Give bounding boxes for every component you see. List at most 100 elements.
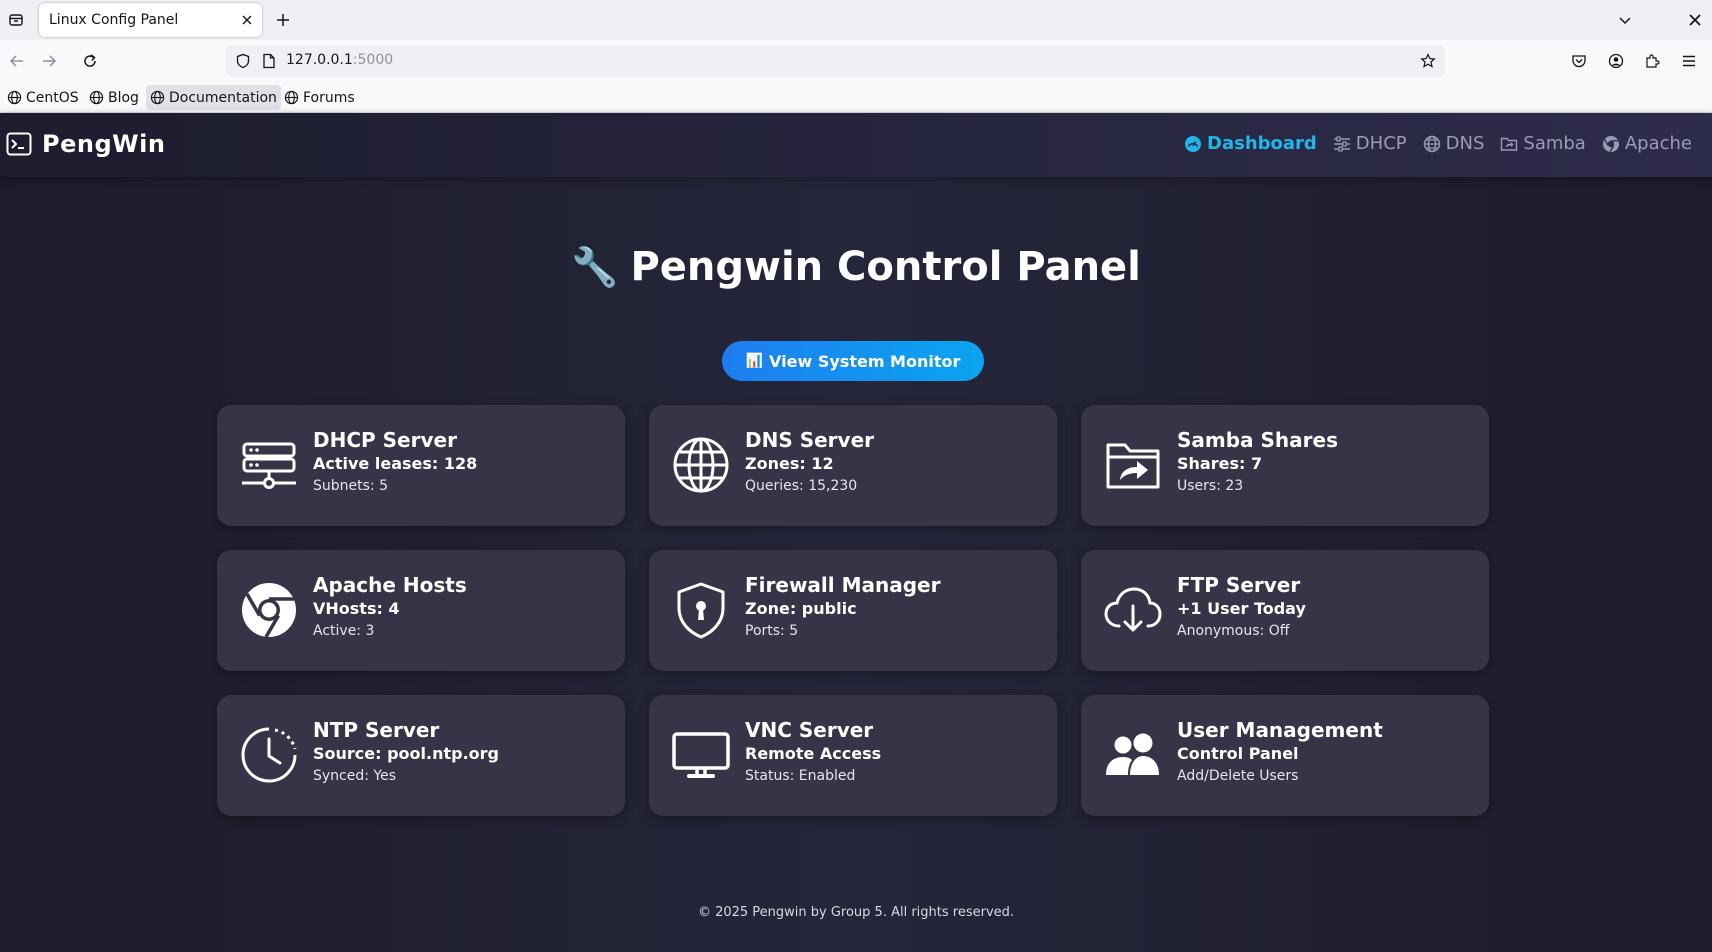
close-tab-icon[interactable] [238, 11, 256, 29]
card-stat-primary: +1 User Today [1177, 599, 1306, 618]
card-title: Firewall Manager [745, 573, 941, 597]
card-stat-secondary: Synced: Yes [313, 768, 397, 784]
card-stat-secondary: Ports: 5 [745, 623, 799, 639]
card-ftp-server[interactable]: FTP Server +1 User Today Anonymous: Off [1081, 550, 1489, 671]
monitor-button-label: View System Monitor [769, 351, 961, 371]
card-body: Apache Hosts VHosts: 4 Active: 3 [313, 572, 467, 642]
card-stat-primary: Zone: public [745, 599, 857, 618]
cloud-download-icon [1103, 580, 1163, 640]
shield-icon[interactable] [234, 52, 252, 70]
shield-lock-icon [671, 580, 731, 640]
nav-apache[interactable]: Apache [1602, 133, 1692, 154]
card-stat-primary: Active leases: 128 [313, 454, 478, 473]
bookmark-label: Blog [108, 89, 139, 106]
card-stat-primary: VHosts: 4 [313, 599, 400, 618]
nav-label: Samba [1523, 133, 1586, 154]
card-title: DHCP Server [313, 428, 457, 452]
window-close-icon[interactable] [1684, 9, 1706, 31]
bookmark-forums[interactable]: Forums [280, 85, 359, 110]
card-body: Firewall Manager Zone: public Ports: 5 [745, 572, 940, 642]
chrome-icon [1602, 135, 1619, 152]
browser-nav-bar: 127.0.0.1:5000 [0, 40, 1712, 82]
card-stat-secondary: Active: 3 [313, 623, 375, 639]
url-text[interactable]: 127.0.0.1:5000 [286, 52, 393, 68]
card-title: User Management [1177, 718, 1383, 742]
globe-icon [1423, 135, 1440, 152]
card-title: Samba Shares [1177, 428, 1338, 452]
card-ntp-server[interactable]: NTP Server Source: pool.ntp.org Synced: … [217, 695, 625, 816]
card-body: DHCP Server Active leases: 128 Subnets: … [313, 427, 477, 497]
card-apache-hosts[interactable]: Apache Hosts VHosts: 4 Active: 3 [217, 550, 625, 671]
card-body: FTP Server +1 User Today Anonymous: Off [1177, 572, 1306, 642]
url-bar[interactable]: 127.0.0.1:5000 [226, 45, 1445, 77]
nav-label: Apache [1624, 133, 1692, 154]
footer-copyright: © 2025 Pengwin by Group 5. All rights re… [697, 905, 1015, 920]
browser-tab-bar: Linux Config Panel [0, 0, 1712, 40]
card-title: VNC Server [745, 718, 874, 742]
reload-icon[interactable] [78, 49, 102, 73]
card-dhcp-server[interactable]: DHCP Server Active leases: 128 Subnets: … [217, 405, 625, 526]
sliders-icon [1333, 135, 1350, 152]
forward-arrow-icon[interactable] [37, 49, 61, 73]
nav-label: DHCP [1355, 133, 1407, 154]
page-icon[interactable] [260, 52, 278, 70]
chrome-icon [239, 580, 299, 640]
folder-share-icon [1501, 137, 1518, 151]
url-port: :5000 [352, 52, 394, 68]
card-stat-primary: Source: pool.ntp.org [313, 744, 500, 763]
app-header: PengWin Dashboard DHCP DNS Samba Apache [0, 113, 1712, 177]
clock-icon [239, 725, 299, 785]
card-vnc-server[interactable]: VNC Server Remote Access Status: Enabled [649, 695, 1057, 816]
card-title: Apache Hosts [313, 573, 467, 597]
card-body: Samba Shares Shares: 7 Users: 23 [1177, 427, 1338, 497]
app-nav: Dashboard DHCP DNS Samba Apache [1184, 133, 1692, 154]
account-icon[interactable] [1604, 49, 1628, 73]
back-arrow-icon[interactable] [5, 49, 29, 73]
card-stat-secondary: Subnets: 5 [313, 478, 388, 494]
page-title: 🔧 Pengwin Control Panel [0, 244, 1712, 290]
nav-samba[interactable]: Samba [1500, 133, 1586, 154]
bookmark-label: CentOS [26, 89, 79, 106]
page-title-text: Pengwin Control Panel [630, 244, 1141, 290]
new-tab-icon[interactable] [272, 9, 294, 31]
bookmark-documentation[interactable]: Documentation [146, 85, 281, 110]
card-stat-secondary: Add/Delete Users [1177, 768, 1299, 784]
card-title: NTP Server [313, 718, 440, 742]
card-firewall-manager[interactable]: Firewall Manager Zone: public Ports: 5 [649, 550, 1057, 671]
monitor-icon [671, 725, 731, 785]
url-host: 127.0.0.1 [286, 52, 353, 68]
card-stat-primary: Shares: 7 [1177, 454, 1263, 473]
browser-tab[interactable]: Linux Config Panel [39, 3, 262, 37]
tab-overview-icon[interactable] [5, 9, 27, 31]
card-body: NTP Server Source: pool.ntp.org Synced: … [313, 717, 499, 787]
nav-dhcp[interactable]: DHCP [1333, 133, 1407, 154]
bookmark-star-icon[interactable] [1419, 52, 1437, 70]
bookmark-label: Forums [303, 89, 355, 106]
nav-dns[interactable]: DNS [1423, 133, 1484, 154]
card-user-management[interactable]: User Management Control Panel Add/Delete… [1081, 695, 1489, 816]
brand-name: PengWin [42, 130, 166, 158]
menu-icon[interactable] [1677, 49, 1701, 73]
card-body: DNS Server Zones: 12 Queries: 15,230 [745, 427, 874, 497]
nav-label: Dashboard [1207, 133, 1317, 154]
bookmark-label: Documentation [169, 89, 277, 106]
pocket-icon[interactable] [1567, 49, 1591, 73]
card-samba-shares[interactable]: Samba Shares Shares: 7 Users: 23 [1081, 405, 1489, 526]
card-dns-server[interactable]: DNS Server Zones: 12 Queries: 15,230 [649, 405, 1057, 526]
card-title: DNS Server [745, 428, 875, 452]
view-system-monitor-button[interactable]: 📊 View System Monitor [722, 341, 984, 381]
nav-dashboard[interactable]: Dashboard [1184, 133, 1317, 154]
chevron-down-icon[interactable] [1614, 9, 1636, 31]
bookmark-centos[interactable]: CentOS [3, 85, 83, 110]
brand[interactable]: PengWin [6, 130, 165, 158]
extensions-icon[interactable] [1640, 49, 1664, 73]
bar-chart-icon: 📊 [745, 353, 764, 369]
globe-icon [284, 90, 299, 105]
network-server-icon [239, 435, 299, 495]
card-title: FTP Server [1177, 573, 1301, 597]
bookmark-blog[interactable]: Blog [85, 85, 143, 110]
browser-tab-title: Linux Config Panel [49, 12, 179, 28]
bookmarks-toolbar: CentOS Blog Documentation Forums [0, 82, 1712, 113]
card-stat-secondary: Status: Enabled [745, 768, 856, 784]
terminal-icon [6, 132, 32, 156]
